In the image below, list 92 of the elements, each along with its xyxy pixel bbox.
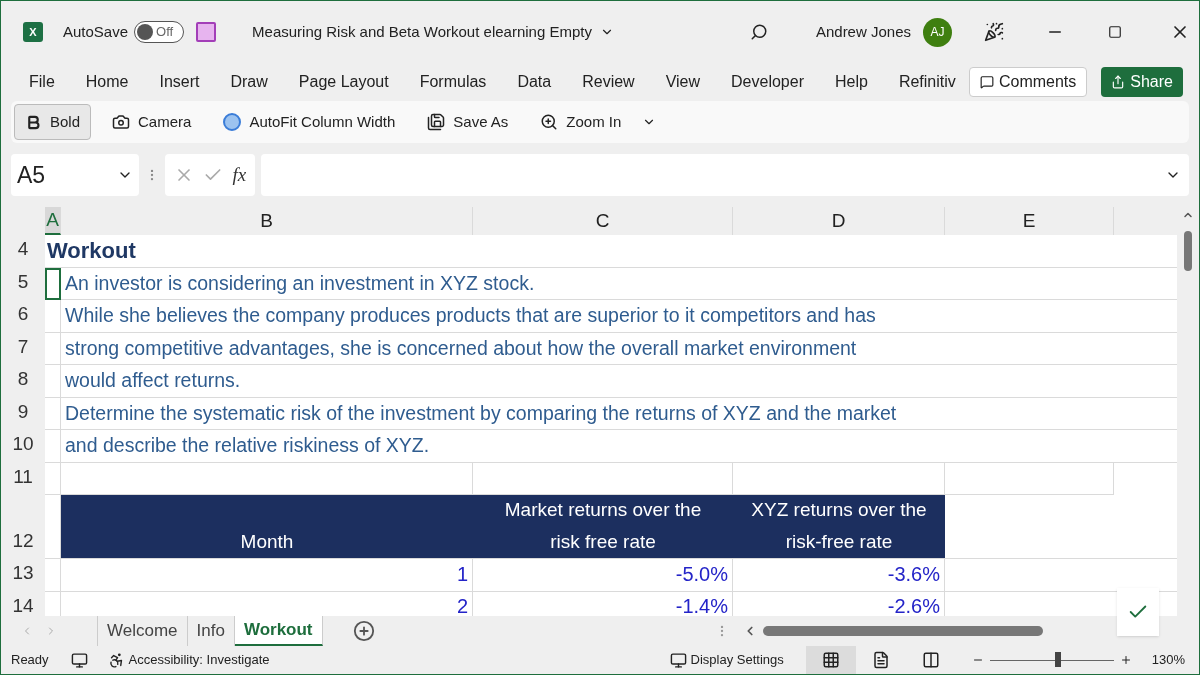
formula-input[interactable] — [261, 154, 1189, 196]
row-number: 9 — [1, 397, 45, 430]
ribbon-tab[interactable]: Help — [834, 70, 868, 94]
column-heading: Month — [240, 530, 294, 554]
status-text: Ready — [11, 651, 49, 670]
ribbon-tab[interactable]: Draw — [230, 70, 268, 94]
display-settings[interactable]: Display Settings — [690, 650, 784, 670]
document-title[interactable]: Measuring Risk and Beta Workout elearning Empty — [252, 20, 592, 44]
comment-icon — [979, 75, 994, 89]
toolbar-button[interactable]: Camera — [101, 104, 203, 140]
zoom-track[interactable] — [989, 652, 1114, 668]
cell-text: strong competitive advantages, she is concerned about how the overall market environment — [65, 335, 857, 361]
grid-cell[interactable] — [45, 559, 61, 592]
autosave-toggle[interactable]: Off — [134, 21, 185, 43]
page-icon — [871, 651, 890, 669]
ribbon-tab[interactable]: View — [665, 70, 701, 94]
ribbon-tab[interactable]: Developer — [731, 70, 804, 94]
autosave-label: AutoSave — [63, 21, 129, 42]
accessibility-icon[interactable] — [107, 651, 125, 669]
ribbon-tab[interactable]: Home — [85, 70, 129, 94]
row-number: 11 — [1, 462, 45, 495]
camera-icon — [112, 113, 131, 131]
name-box[interactable]: A5 — [11, 154, 139, 196]
ribbon-tab[interactable]: Page Layout — [298, 70, 389, 94]
sheet-heading: Workout — [47, 237, 136, 266]
row-number: 6 — [1, 300, 45, 333]
maximize-icon[interactable] — [1108, 25, 1122, 39]
display-icon[interactable] — [669, 651, 687, 669]
table-cell[interactable]: 1 — [61, 559, 473, 592]
row-number: 13 — [1, 559, 45, 592]
column-header[interactable]: A — [46, 205, 59, 235]
cell-text: Determine the systematic risk of the investment by comparing the returns of XYZ and the market — [65, 400, 897, 426]
grid-icon — [821, 651, 840, 669]
comments-button[interactable]: Comments — [968, 67, 1088, 97]
active-cell[interactable] — [45, 267, 61, 300]
accessibility-status[interactable]: Accessibility: Investigate — [128, 650, 270, 670]
row-number: 14 — [1, 591, 45, 616]
ribbon-tab[interactable]: Formulas — [419, 70, 487, 94]
cell-text: and describe the relative riskiness of XYZ. — [65, 433, 430, 459]
toolbar-button[interactable]: Zoom In — [529, 104, 633, 140]
sheet-tab[interactable]: Info — [187, 616, 235, 646]
share-button[interactable]: Share — [1101, 67, 1183, 97]
app-logo: X — [23, 22, 43, 42]
toolbar-button[interactable]: Bold — [14, 104, 92, 140]
page-break-icon — [921, 651, 940, 669]
column-header[interactable]: C — [595, 206, 610, 236]
column-heading: Market returns over the risk free rate — [503, 498, 703, 554]
zoom-in-icon[interactable] — [1119, 654, 1132, 666]
search-icon[interactable] — [749, 23, 768, 41]
toolbar-button[interactable]: Save As — [416, 104, 520, 140]
zoom-thumb[interactable] — [1054, 652, 1061, 667]
column-header[interactable]: D — [831, 206, 846, 236]
row-number: 12 — [1, 495, 45, 559]
view-button[interactable] — [805, 646, 856, 674]
zoom-in-icon — [540, 113, 559, 131]
sheet-tab[interactable]: Welcome — [98, 616, 188, 646]
ribbon-tab[interactable]: Insert — [159, 70, 200, 94]
user-avatar[interactable]: AJ — [923, 17, 952, 47]
grid-cell[interactable] — [945, 462, 1114, 495]
cell-text: While she believes the company produces products that are superior to it competitors and has — [65, 303, 876, 329]
sheet-tab[interactable]: Workout — [234, 616, 323, 646]
table-cell[interactable]: -3.6% — [733, 559, 945, 592]
column-heading: XYZ returns over the risk-free rate — [750, 498, 928, 554]
row-number: 7 — [1, 332, 45, 365]
row-number: 8 — [1, 365, 45, 398]
grid-cell[interactable] — [45, 462, 61, 495]
grid-cell[interactable] — [45, 430, 61, 463]
grid-cell[interactable] — [45, 365, 61, 398]
bold-icon — [25, 113, 42, 131]
insert-function-button[interactable]: fx — [232, 160, 247, 190]
ribbon-tab[interactable]: Refinitiv — [898, 70, 956, 94]
table-cell[interactable]: -5.0% — [473, 559, 733, 592]
scroll-thumb[interactable] — [1184, 231, 1192, 271]
share-icon — [1111, 75, 1126, 89]
cell-text: would affect returns. — [65, 368, 241, 394]
toolbar-button[interactable]: AutoFit Column Width — [212, 104, 407, 140]
scroll-thumb[interactable] — [762, 626, 1043, 636]
grid-cell[interactable] — [45, 397, 61, 430]
ribbon-tab[interactable]: Review — [582, 70, 635, 94]
zoom-level[interactable]: 130% — [1151, 650, 1185, 670]
grid-cell[interactable] — [45, 300, 61, 333]
grid-cell[interactable] — [45, 332, 61, 365]
user-name[interactable]: Andrew Jones — [815, 20, 911, 44]
ribbon-tab[interactable]: Data — [517, 70, 552, 94]
column-header[interactable]: B — [260, 206, 273, 236]
row-number: 10 — [1, 430, 45, 463]
row-number: 5 — [1, 267, 45, 300]
ribbon-tab[interactable]: File — [29, 70, 55, 94]
cell-text: An investor is considering an investment in XYZ stock. — [65, 270, 535, 296]
column-header[interactable]: E — [1022, 206, 1036, 236]
row-number: 4 — [1, 235, 45, 268]
add-sheet-icon[interactable] — [352, 620, 375, 642]
